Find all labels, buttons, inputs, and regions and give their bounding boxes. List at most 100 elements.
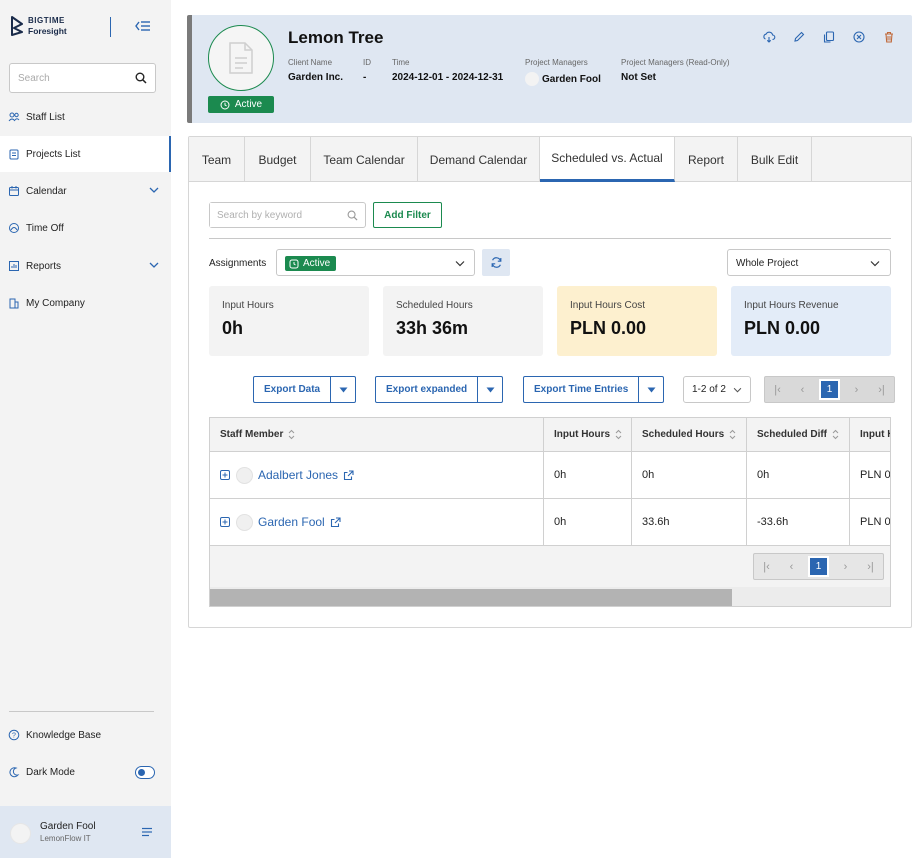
meta-label: Project Managers (Read-Only) (621, 58, 730, 67)
sidebar-item-time-off[interactable]: Time Off (0, 210, 171, 246)
bigtime-logo-icon (11, 16, 23, 36)
edit-icon[interactable] (792, 30, 806, 44)
page-number[interactable]: 1 (808, 556, 829, 577)
tab-bulk-edit[interactable]: Bulk Edit (738, 137, 812, 182)
project-scope-select[interactable]: Whole Project (727, 249, 891, 276)
prev-page-icon[interactable]: ‹ (779, 554, 804, 579)
column-header-staff-member[interactable]: Staff Member (210, 418, 544, 451)
meta-value: Garden Inc. (288, 72, 344, 83)
trash-icon[interactable] (882, 30, 896, 44)
prev-page-icon[interactable]: ‹ (790, 377, 815, 402)
column-header-scheduled-diff[interactable]: Scheduled Diff (747, 418, 850, 451)
refresh-button[interactable] (482, 249, 510, 276)
kpi-value: PLN 0.00 (570, 318, 647, 338)
table-header-row: Staff Member Input Hours Scheduled Hours… (210, 418, 890, 452)
clock-icon (289, 259, 299, 268)
external-link-icon[interactable] (330, 516, 341, 528)
kpi-value: PLN 0.00 (744, 318, 821, 338)
sidebar-item-label: Staff List (26, 111, 65, 123)
first-page-icon[interactable]: |‹ (754, 554, 779, 579)
dark-mode-toggle[interactable] (135, 766, 155, 779)
export-time-entries-dropdown[interactable] (638, 377, 663, 402)
scrollbar-thumb[interactable] (210, 589, 732, 606)
export-expanded-dropdown[interactable] (477, 377, 502, 402)
meta-label: Client Name (288, 58, 333, 67)
staff-name-link[interactable]: Garden Fool (258, 515, 325, 529)
tab-scheduled-vs-actual[interactable]: Scheduled vs. Actual (540, 137, 675, 182)
sidebar-search-input[interactable] (10, 64, 120, 92)
staff-cell: Garden Fool (210, 499, 544, 545)
export-time-entries-button[interactable]: Export Time Entries (524, 377, 638, 402)
last-page-icon[interactable]: ›| (869, 377, 894, 402)
time-off-icon (9, 223, 19, 233)
meta-project-managers-readonly: Project Managers (Read-Only) Not Set (621, 58, 729, 83)
sidebar-item-my-company[interactable]: My Company (0, 285, 171, 321)
tab-team[interactable]: Team (189, 137, 245, 182)
page-title: Lemon Tree (288, 28, 384, 47)
copy-icon[interactable] (822, 30, 836, 44)
tab-report[interactable]: Report (675, 137, 738, 182)
collapse-sidebar-button[interactable] (134, 17, 152, 35)
sort-icon (729, 429, 736, 440)
meta-label: ID (363, 58, 371, 67)
chevron-down-icon[interactable] (149, 261, 159, 269)
export-data-button[interactable]: Export Data (254, 377, 330, 402)
staff-name-link[interactable]: Adalbert Jones (258, 468, 338, 482)
first-page-icon[interactable]: |‹ (765, 377, 790, 402)
expand-plus-icon[interactable] (220, 517, 230, 527)
input-cost-cell: PLN 0.00 (850, 452, 890, 498)
logo-line-2: Foresight (28, 26, 67, 36)
keyword-search-input[interactable] (210, 203, 340, 227)
sidebar-item-calendar[interactable]: Calendar (0, 173, 171, 209)
assignments-select[interactable]: Active (276, 249, 475, 276)
sidebar-item-knowledge-base[interactable]: ? Knowledge Base (0, 717, 171, 753)
sidebar-item-projects-list[interactable]: Projects List (0, 136, 171, 172)
last-page-icon[interactable]: ›| (858, 554, 883, 579)
export-data-dropdown[interactable] (330, 377, 355, 402)
tab-budget[interactable]: Budget (245, 137, 311, 182)
next-page-icon[interactable]: › (844, 377, 869, 402)
sort-icon (615, 429, 622, 440)
kpi-label: Scheduled Hours (396, 300, 473, 311)
chevron-down-icon[interactable] (149, 186, 159, 194)
column-header-input-hours[interactable]: Input Hours (544, 418, 632, 451)
export-expanded-button[interactable]: Export expanded (376, 377, 477, 402)
toggle-knob (138, 768, 145, 776)
current-user: Garden Fool LemonFlow IT (0, 806, 171, 858)
user-menu-button[interactable] (141, 827, 153, 837)
kpi-label: Input Hours Cost (570, 300, 646, 311)
column-header-input-hours-cost[interactable]: Input Hours Cost (850, 418, 890, 451)
avatar[interactable] (10, 823, 31, 844)
avatar (236, 466, 253, 484)
app-logo[interactable]: BIGTIME Foresight (10, 16, 67, 36)
add-filter-button[interactable]: Add Filter (373, 202, 442, 228)
sidebar-item-reports[interactable]: Reports (0, 248, 171, 284)
project-content-card: Team Budget Team Calendar Demand Calenda… (188, 136, 912, 628)
meta-label: Project Managers (525, 58, 588, 67)
sidebar-item-label: Calendar (26, 185, 67, 197)
tab-demand-calendar[interactable]: Demand Calendar (418, 137, 540, 182)
meta-value: - (363, 72, 367, 83)
horizontal-scrollbar[interactable] (210, 587, 890, 606)
meta-value[interactable]: Garden Fool (542, 74, 601, 85)
sidebar-item-label: Projects List (26, 148, 81, 160)
cancel-circle-icon[interactable] (852, 30, 866, 44)
scheduled-diff-cell: 0h (747, 452, 850, 498)
expand-plus-icon[interactable] (220, 470, 230, 480)
sidebar-item-staff-list[interactable]: Staff List (0, 99, 171, 135)
column-header-scheduled-hours[interactable]: Scheduled Hours (632, 418, 747, 451)
staff-table: Staff Member Input Hours Scheduled Hours… (209, 417, 891, 607)
external-link-icon[interactable] (343, 469, 354, 481)
kpi-value: 33h 36m (396, 318, 469, 338)
kpi-input-hours-revenue: Input Hours Revenue PLN 0.00 (731, 286, 891, 356)
search-icon[interactable] (135, 72, 147, 84)
cloud-sync-icon[interactable] (762, 30, 776, 44)
export-expanded-split-button: Export expanded (375, 376, 504, 403)
page-range-select[interactable]: 1-2 of 2 (683, 376, 751, 403)
next-page-icon[interactable]: › (833, 554, 858, 579)
export-data-split-button: Export Data (253, 376, 357, 403)
chevron-down-icon (733, 387, 742, 393)
page-number[interactable]: 1 (819, 379, 840, 400)
tab-team-calendar[interactable]: Team Calendar (311, 137, 418, 182)
kpi-input-hours-cost: Input Hours Cost PLN 0.00 (557, 286, 717, 356)
